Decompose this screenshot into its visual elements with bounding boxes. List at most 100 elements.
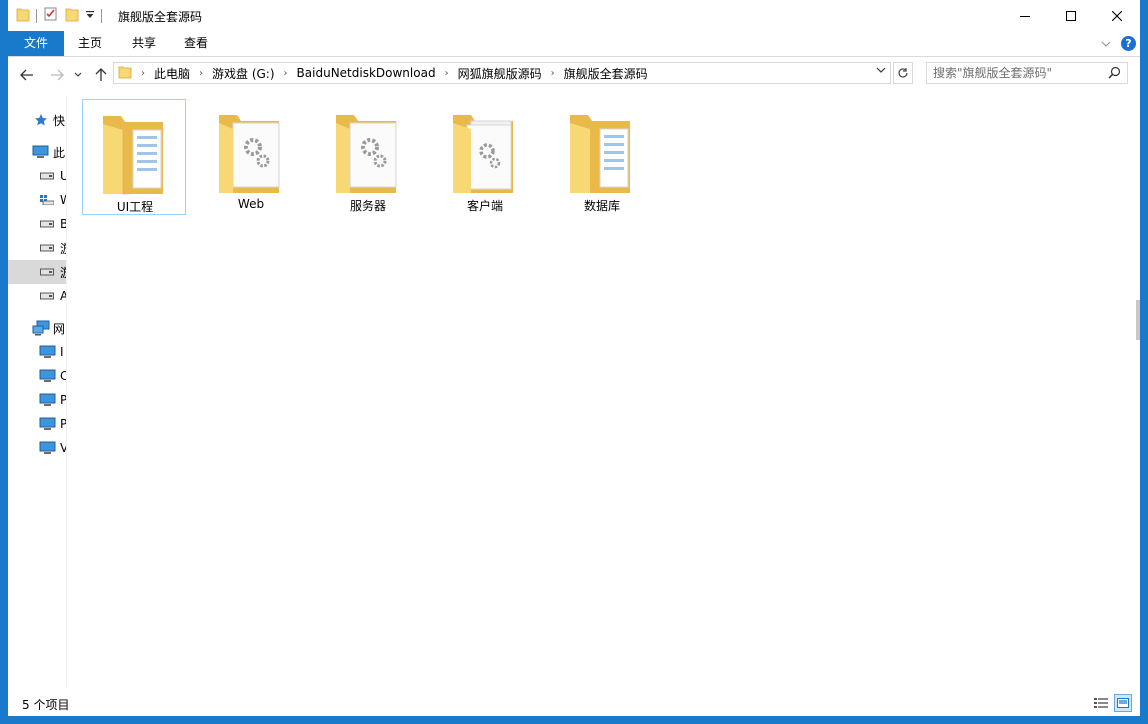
- address-dropdown-chevron-icon[interactable]: [876, 66, 886, 77]
- recent-locations-button[interactable]: [72, 66, 84, 84]
- nav-network[interactable]: 网: [8, 316, 66, 340]
- maximize-button[interactable]: [1048, 0, 1094, 31]
- view-switcher: [1092, 694, 1132, 712]
- up-arrow-icon: [95, 68, 107, 81]
- folder-name: 客户端: [466, 199, 503, 213]
- forward-button[interactable]: [48, 66, 66, 84]
- nav-network-computer[interactable]: I: [8, 340, 66, 364]
- nav-item-label: P: [60, 393, 67, 407]
- large-icons-view-icon: [1117, 698, 1129, 708]
- nav-network-computer[interactable]: C: [8, 364, 66, 388]
- new-folder-icon[interactable]: [65, 6, 79, 25]
- breadcrumb-chevron-icon[interactable]: ›: [551, 68, 555, 79]
- chevron-down-icon: [74, 72, 82, 77]
- nav-drive[interactable]: B: [8, 212, 66, 236]
- close-button[interactable]: [1094, 0, 1140, 31]
- tab-file[interactable]: 文件: [8, 31, 64, 56]
- breadcrumb-source-folder[interactable]: 网狐旗舰版源码: [458, 65, 542, 82]
- breadcrumb-game-drive[interactable]: 游戏盘 (G:): [212, 65, 275, 82]
- nav-network-computer[interactable]: P: [8, 412, 66, 436]
- nav-this-pc[interactable]: 此: [8, 140, 66, 164]
- title-bar: 旗舰版全套源码: [8, 0, 1140, 31]
- settings-folder-icon: [451, 109, 517, 198]
- close-icon: [1112, 10, 1122, 21]
- ribbon-right-controls: ?: [1101, 36, 1136, 51]
- up-button[interactable]: [92, 66, 110, 84]
- folder-tile-ui[interactable]: UI工程: [82, 99, 186, 215]
- nav-quick-access[interactable]: 快: [8, 108, 66, 132]
- expand-ribbon-chevron-icon[interactable]: [1101, 37, 1111, 51]
- back-button[interactable]: [18, 66, 36, 84]
- breadcrumb-baidunetdiskdownload[interactable]: BaiduNetdiskDownload: [297, 66, 436, 80]
- help-icon[interactable]: ?: [1121, 36, 1136, 51]
- search-icon[interactable]: [1108, 66, 1121, 82]
- folder-tile-client[interactable]: 客户端: [433, 99, 537, 215]
- network-icon: [32, 320, 50, 336]
- nav-item-label: I: [60, 345, 64, 359]
- nav-network-computer[interactable]: P: [8, 388, 66, 412]
- network-computer-icon: [39, 393, 56, 407]
- nav-item-label: U: [60, 169, 66, 183]
- toolbar-separator: [101, 8, 102, 23]
- nav-network-computer[interactable]: V: [8, 436, 66, 460]
- explorer-window: 旗舰版全套源码 文件 主页 共享 查看 ? › 此电脑 › 游戏盘 (G:) ›…: [8, 0, 1140, 716]
- status-bar: 5 个项目: [8, 690, 1140, 716]
- navigation-pane: 快 此 U W B: [8, 96, 67, 686]
- tab-share[interactable]: 共享: [118, 31, 170, 56]
- nav-item-label: A: [60, 289, 66, 303]
- window-frame-left: [0, 0, 8, 724]
- details-view-icon: [1094, 698, 1108, 708]
- network-computer-icon: [39, 369, 56, 383]
- computer-icon: [32, 145, 49, 159]
- folder-name: UI工程: [116, 200, 154, 214]
- nav-drive[interactable]: A: [8, 284, 66, 308]
- folder-name: 数据库: [583, 199, 620, 213]
- network-computer-icon: [39, 345, 56, 359]
- search-box: [926, 62, 1128, 84]
- nav-item-label: 此: [53, 145, 66, 160]
- nav-item-label: 游: [60, 240, 66, 257]
- breadcrumb-chevron-icon[interactable]: ›: [445, 68, 449, 79]
- network-computer-icon: [39, 441, 56, 455]
- customize-toolbar-chevron-icon[interactable]: [85, 9, 95, 23]
- breadcrumb-this-pc[interactable]: 此电脑: [154, 65, 190, 82]
- breadcrumb-current-folder[interactable]: 旗舰版全套源码: [564, 65, 648, 82]
- properties-icon[interactable]: [43, 6, 59, 25]
- nav-drive-selected[interactable]: 游: [8, 260, 66, 284]
- folder-icon[interactable]: [16, 6, 30, 25]
- address-bar[interactable]: › 此电脑 › 游戏盘 (G:) › BaiduNetdiskDownload …: [113, 62, 891, 84]
- tab-home[interactable]: 主页: [64, 31, 116, 56]
- vertical-scrollbar[interactable]: [1136, 90, 1140, 686]
- document-folder-icon: [101, 110, 167, 199]
- breadcrumb-chevron-icon[interactable]: ›: [199, 68, 203, 79]
- folder-tile-server[interactable]: 服务器: [316, 99, 420, 215]
- file-list-view: UI工程 Web 服务器 客户端 数据库: [67, 90, 1135, 686]
- drive-icon: [40, 268, 54, 276]
- item-count: 5 个项目: [22, 698, 70, 712]
- window-controls: [1002, 0, 1140, 31]
- window-frame-right: [1140, 0, 1148, 724]
- folder-tile-web[interactable]: Web: [199, 99, 303, 215]
- nav-windows-drive[interactable]: W: [8, 188, 66, 212]
- minimize-icon: [1020, 15, 1030, 17]
- maximize-icon: [1066, 10, 1076, 21]
- minimize-button[interactable]: [1002, 0, 1048, 31]
- back-arrow-icon: [20, 69, 33, 81]
- toolbar-separator: [36, 8, 37, 23]
- scrollbar-thumb[interactable]: [1136, 300, 1140, 340]
- search-input[interactable]: [933, 65, 1103, 81]
- large-icons-view-button[interactable]: [1114, 694, 1132, 712]
- tab-view[interactable]: 查看: [170, 31, 222, 56]
- breadcrumb-chevron-icon[interactable]: ›: [284, 68, 288, 79]
- folder-tile-database[interactable]: 数据库: [550, 99, 654, 215]
- nav-drive[interactable]: U: [8, 164, 66, 188]
- nav-item-label: 网: [53, 321, 66, 336]
- star-icon: [34, 113, 48, 127]
- nav-drive[interactable]: 游: [8, 236, 66, 260]
- forward-arrow-icon: [51, 69, 64, 81]
- folder-name: Web: [237, 197, 265, 211]
- settings-folder-icon: [217, 109, 283, 198]
- breadcrumb-chevron-icon[interactable]: ›: [141, 68, 145, 79]
- details-view-button[interactable]: [1092, 694, 1110, 712]
- refresh-button[interactable]: [893, 62, 913, 84]
